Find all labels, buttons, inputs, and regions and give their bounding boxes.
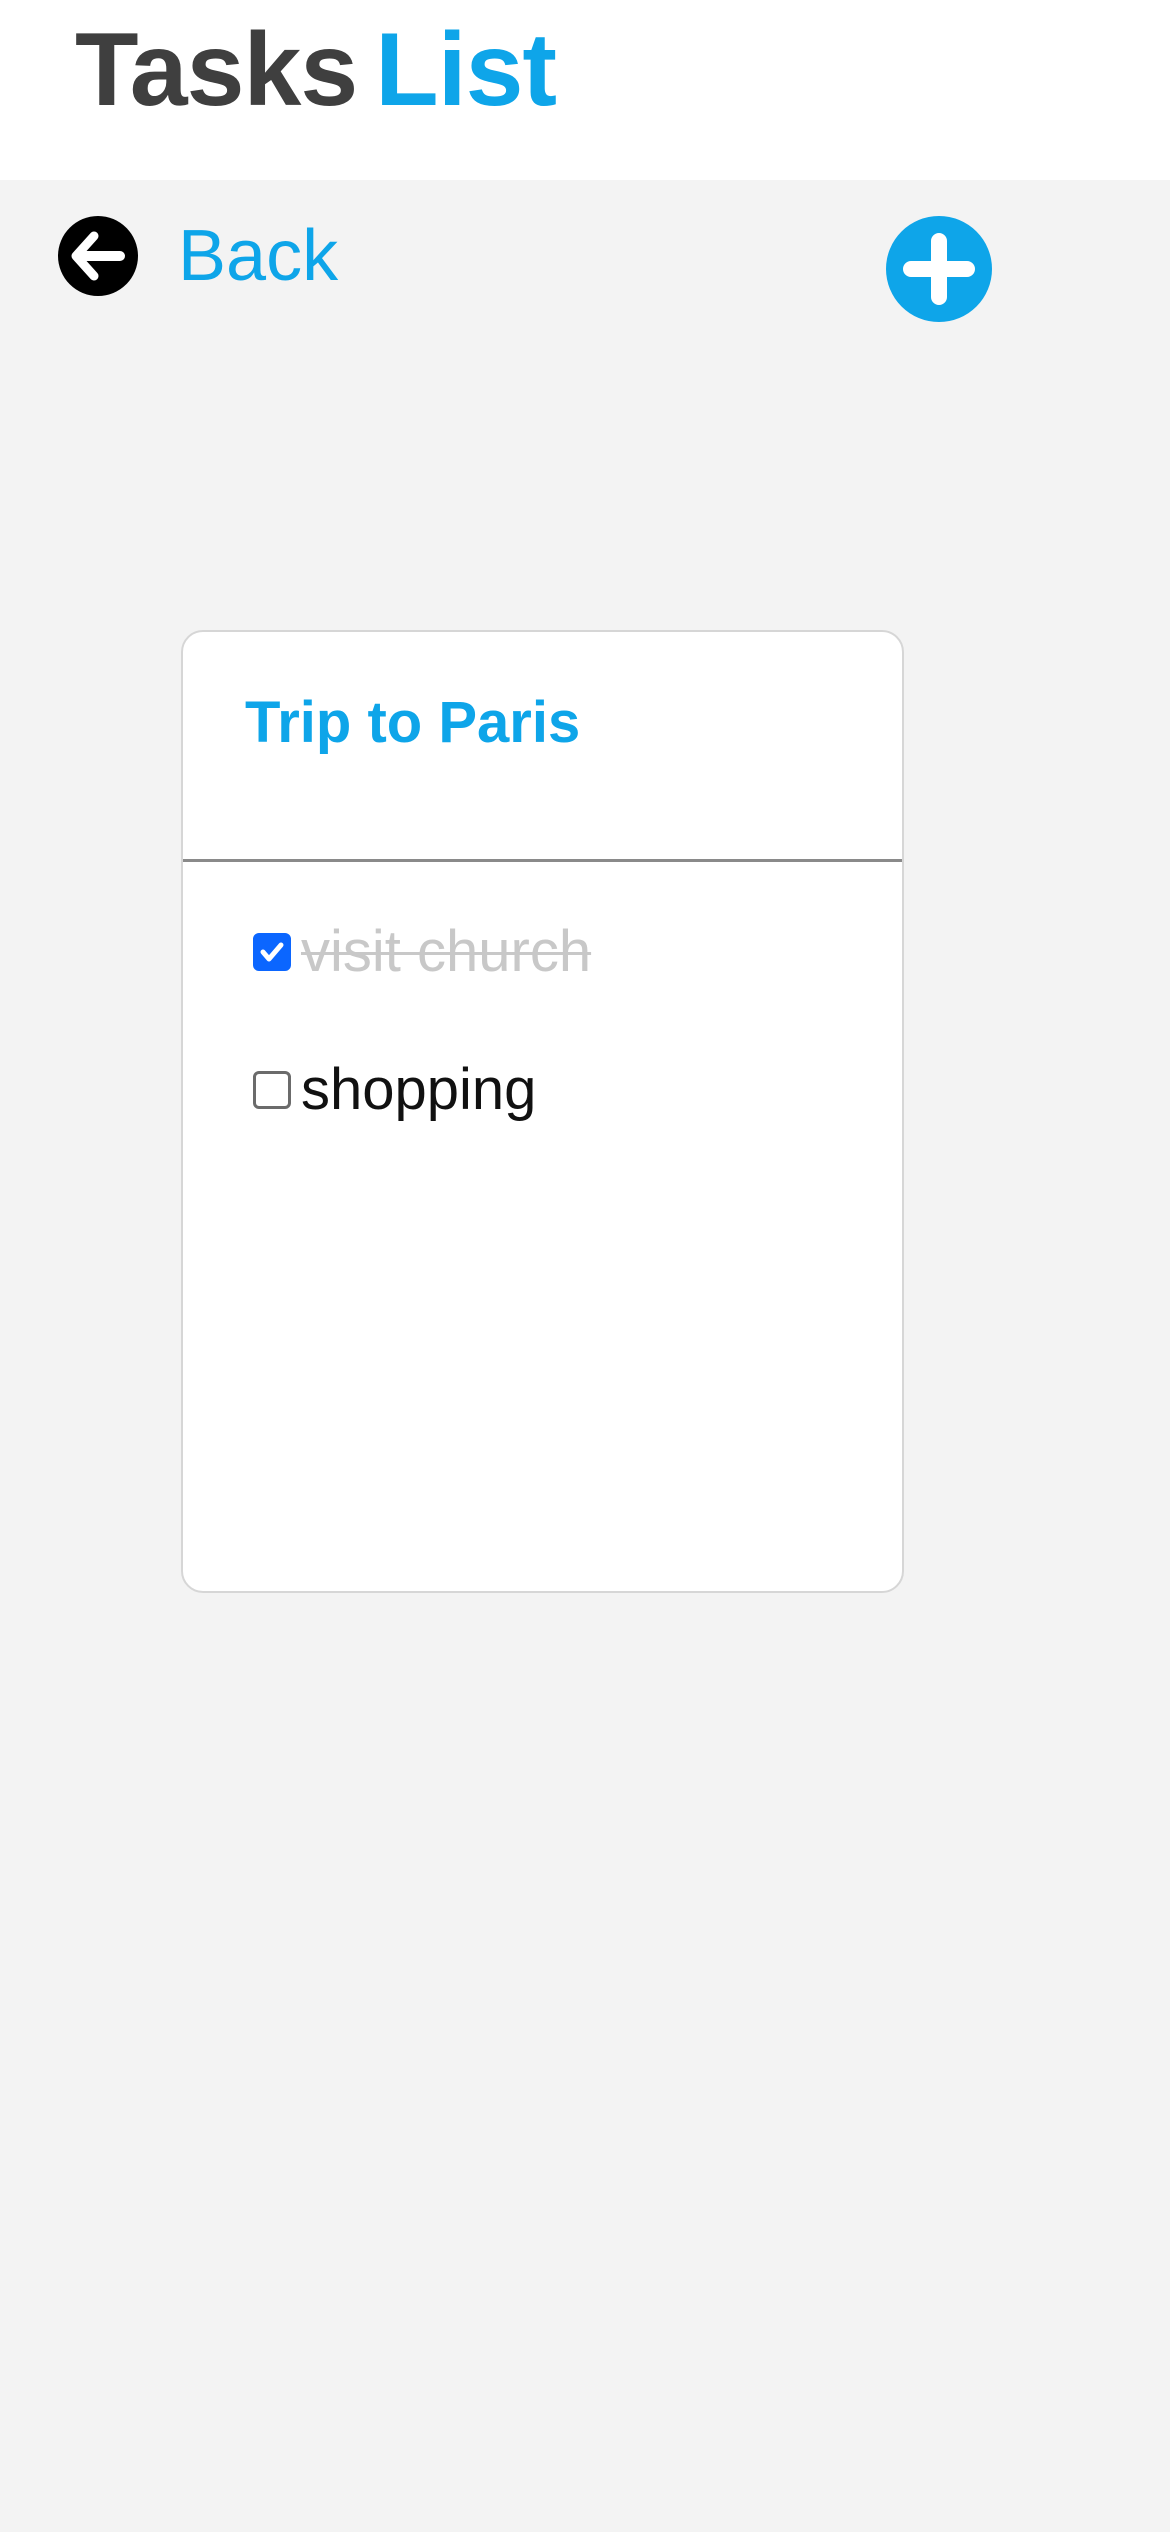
task-label[interactable]: visit church [301, 923, 591, 981]
checkmark-icon [260, 942, 284, 962]
task-label[interactable]: shopping [301, 1061, 536, 1119]
add-task-button[interactable] [886, 216, 992, 322]
app-title-part-2: List [375, 12, 557, 128]
back-button[interactable]: Back [58, 216, 338, 296]
card-header: Trip to Paris [183, 632, 902, 862]
card-title: Trip to Paris [245, 690, 581, 755]
task-item: shopping [253, 1055, 536, 1125]
nav-row: Back [0, 180, 1170, 340]
task-checkbox[interactable] [253, 1071, 291, 1109]
app-title: Tasks List [75, 18, 557, 122]
plus-circle-icon [886, 216, 992, 322]
task-list-card: Trip to Paris visit church shopping [181, 630, 904, 1593]
app-header: Tasks List [0, 0, 1170, 180]
task-checkbox[interactable] [253, 933, 291, 971]
task-item: visit church [253, 917, 591, 987]
arrow-left-circle-icon [58, 216, 138, 296]
app-title-part-1: Tasks [75, 12, 358, 128]
back-label: Back [178, 216, 339, 296]
tasks-app: Tasks List Back Trip to Paris visit chur… [0, 0, 1170, 2532]
